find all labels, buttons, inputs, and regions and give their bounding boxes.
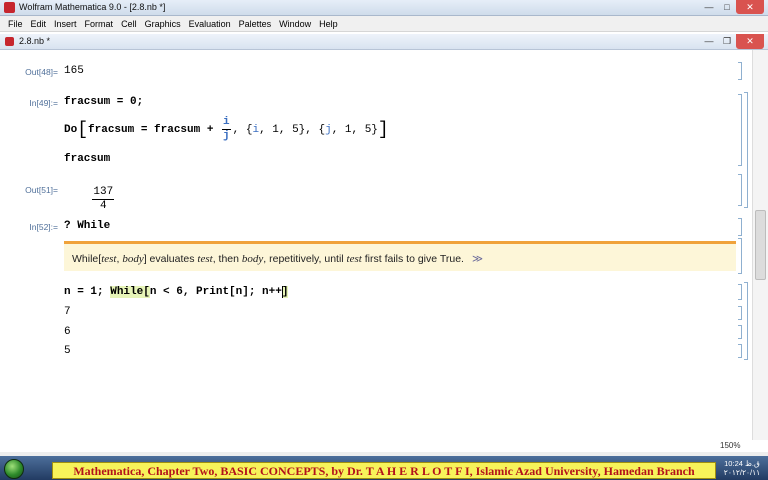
minimize-button[interactable]: — — [700, 0, 718, 14]
usage-arg-test: test — [346, 253, 362, 265]
output-out48: 165 — [64, 65, 84, 77]
clock-date: ۲۰۱۲/۲۰/۱۱ — [723, 468, 761, 477]
input-line-while-loop[interactable]: n = 1; While[n < 6, Print[n]; n++] — [64, 286, 289, 298]
menu-file[interactable]: File — [4, 16, 27, 31]
while-keyword: While — [110, 286, 144, 298]
notebook-icon — [5, 37, 14, 46]
fraction-numerator: i — [222, 116, 231, 130]
menu-help[interactable]: Help — [315, 16, 342, 31]
usage-mid3: , repetitively, until — [263, 253, 347, 265]
usage-suffix: first fails to give True. — [361, 253, 464, 265]
group-bracket[interactable] — [744, 282, 748, 360]
menu-insert[interactable]: Insert — [50, 16, 81, 31]
cell-bracket[interactable] — [738, 218, 742, 236]
while-body: n < 6, Print[n]; n++ — [149, 286, 282, 298]
iter-i-range: , 1, 5}, { — [259, 123, 326, 136]
iter-var-i: i — [252, 123, 260, 136]
cell-bracket[interactable] — [738, 284, 742, 300]
output-out51: 137 4 — [66, 174, 115, 225]
cell-bracket[interactable] — [738, 344, 742, 358]
cell-label-in49: In[49]:= — [29, 98, 58, 108]
input-line-do-loop[interactable]: Do[fracsum = fracsum + ij, {i, 1, 5}, {j… — [64, 116, 389, 143]
notebook-restore-button[interactable]: ❐ — [718, 34, 736, 49]
print-output: 6 — [64, 326, 71, 338]
cell-label-out48: Out[48]= — [25, 67, 58, 77]
fraction-denominator: 4 — [100, 200, 107, 212]
usage-prefix: While[ — [72, 253, 102, 265]
close-bracket: ] — [377, 119, 389, 140]
menu-graphics[interactable]: Graphics — [141, 16, 185, 31]
usage-arg-body: body — [122, 253, 144, 265]
notebook-minimize-button[interactable]: — — [700, 34, 718, 49]
notebook-titlebar: 2.8.nb * — ❐ ✕ — [0, 34, 768, 50]
window-title: Wolfram Mathematica 9.0 - [2.8.nb *] — [19, 2, 166, 12]
cell-bracket[interactable] — [738, 238, 742, 274]
usage-text: While[test, body] evaluates test, then b… — [72, 253, 483, 265]
do-body: fracsum = fracsum + — [88, 123, 221, 136]
usage-message-box: While[test, body] evaluates test, then b… — [64, 241, 736, 271]
menu-evaluation[interactable]: Evaluation — [185, 16, 235, 31]
window-controls: — □ ✕ — [700, 0, 764, 14]
menu-edit[interactable]: Edit — [27, 16, 51, 31]
window-titlebar: Wolfram Mathematica 9.0 - [2.8.nb *] — □… — [0, 0, 768, 16]
cell-bracket[interactable] — [738, 325, 742, 339]
do-keyword: Do — [64, 123, 78, 136]
cell-bracket[interactable] — [738, 94, 742, 166]
maximize-button[interactable]: □ — [718, 0, 736, 14]
while-prefix: n = 1; — [64, 286, 111, 298]
usage-mid1: ] evaluates — [143, 253, 198, 265]
caption-text: Mathematica, Chapter Two, BASIC CONCEPTS… — [73, 464, 695, 478]
cell-label-in52: In[52]:= — [29, 222, 58, 232]
usage-arg-body: body — [241, 253, 264, 265]
close-button[interactable]: ✕ — [736, 0, 764, 14]
iter-var-j: j — [325, 123, 332, 136]
start-button[interactable] — [4, 459, 24, 479]
zoom-level[interactable]: 150% — [720, 440, 752, 452]
input-query-while[interactable]: ? While — [64, 220, 110, 232]
while-open-bracket: [ — [143, 286, 150, 298]
usage-arg-test: test — [197, 253, 213, 265]
cell-label-out51: Out[51]= — [25, 185, 58, 195]
mathematica-icon — [4, 2, 15, 13]
notebook-title: 2.8.nb * — [19, 36, 51, 46]
system-clock[interactable]: 10:24 ق.ظ ۲۰۱۲/۲۰/۱۱ — [720, 459, 764, 479]
caption-banner: Mathematica, Chapter Two, BASIC CONCEPTS… — [52, 462, 716, 479]
fraction-denominator: j — [223, 130, 230, 142]
menu-cell[interactable]: Cell — [117, 16, 141, 31]
input-line-fracsum[interactable]: fracsum — [64, 153, 110, 165]
fraction-137-over-4: 137 4 — [92, 186, 115, 213]
input-line-fracsum-init[interactable]: fracsum = 0; — [64, 96, 143, 108]
cell-bracket[interactable] — [738, 174, 742, 206]
scrollbar-thumb[interactable] — [755, 210, 766, 280]
usage-arg-test: test — [101, 253, 117, 265]
text-cursor — [282, 286, 283, 298]
iter-j-range: , 1, 5} — [331, 123, 378, 136]
notebook-window-controls: — ❐ ✕ — [700, 34, 764, 49]
notebook-close-button[interactable]: ✕ — [736, 34, 764, 49]
menu-bar: File Edit Insert Format Cell Graphics Ev… — [0, 16, 768, 32]
usage-mid2: , then — [212, 253, 242, 265]
more-info-link[interactable]: ≫ — [472, 253, 483, 265]
print-output: 7 — [64, 306, 71, 318]
open-bracket: [ — [77, 119, 89, 140]
menu-format[interactable]: Format — [81, 16, 118, 31]
vertical-scrollbar[interactable] — [752, 50, 768, 440]
group-bracket[interactable] — [744, 92, 748, 208]
menu-palettes[interactable]: Palettes — [235, 16, 276, 31]
iter-open: , { — [232, 123, 253, 136]
menu-window[interactable]: Window — [275, 16, 315, 31]
print-output: 5 — [64, 345, 71, 357]
clock-time: 10:24 ق.ظ — [724, 459, 760, 468]
cell-bracket[interactable] — [738, 306, 742, 320]
fraction-numerator: 137 — [92, 186, 115, 200]
cell-bracket[interactable] — [738, 62, 742, 80]
fraction-i-over-j: ij — [222, 116, 231, 143]
